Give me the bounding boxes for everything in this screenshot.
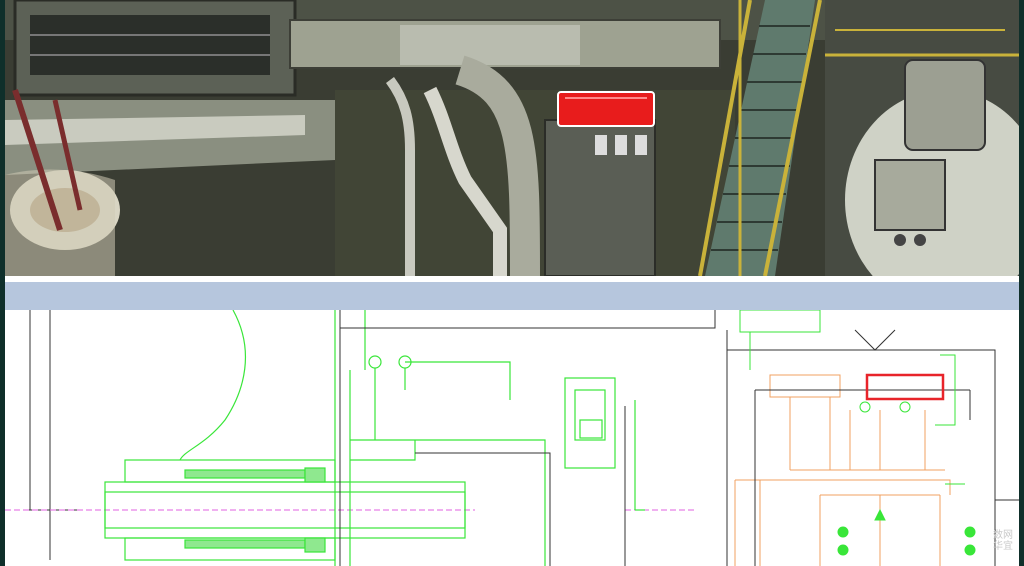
schematic-drawing-view[interactable]: 数网 华宜 xyxy=(5,310,1019,566)
viewer-frame: 数网 华宜 xyxy=(0,0,1024,566)
engine-room-scene xyxy=(5,0,1019,276)
watermark-line-1: 数网 xyxy=(993,530,1013,541)
schematic-canvas xyxy=(5,310,1019,566)
watermark-line-2: 华宜 xyxy=(993,541,1013,552)
watermark: 数网 华宜 xyxy=(993,530,1013,552)
engine-room-3d-view[interactable] xyxy=(5,0,1019,276)
drawing-header-band xyxy=(5,282,1019,310)
